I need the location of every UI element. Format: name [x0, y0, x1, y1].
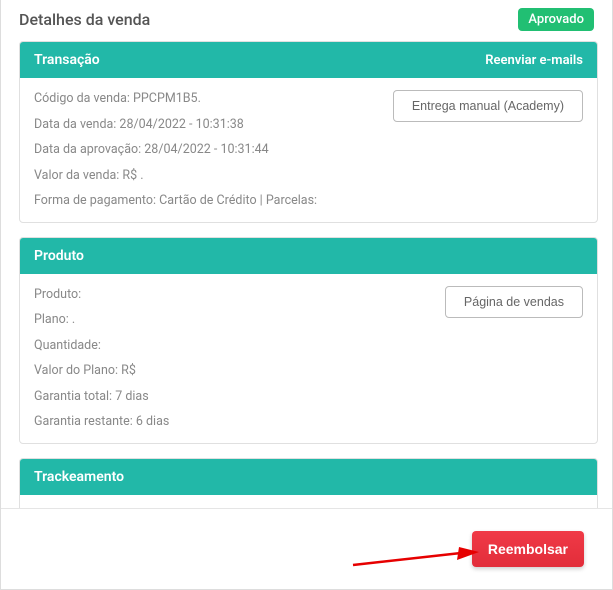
tracking-card-header: Trackeamento: [20, 459, 597, 495]
tracking-header-label: Trackeamento: [34, 469, 124, 485]
product-header-label: Produto: [34, 248, 84, 264]
page-title: Detalhes da venda: [19, 10, 150, 29]
transaction-card-body: Entrega manual (Academy) Código da venda…: [20, 78, 597, 222]
transaction-card-header: Transação Reenviar e-mails: [20, 42, 597, 78]
status-badge: Aprovado: [518, 8, 594, 31]
manual-delivery-button[interactable]: Entrega manual (Academy): [393, 90, 583, 122]
total-warranty-row: Garantia total: 7 dias: [34, 388, 583, 406]
product-card-header: Produto: [20, 238, 597, 274]
modal-header: Detalhes da venda Aprovado: [1, 0, 612, 41]
sale-details-modal: Detalhes da venda Aprovado Transação Ree…: [0, 0, 613, 590]
payment-method-row: Forma de pagamento: Cartão de Crédito | …: [34, 192, 583, 210]
resend-emails-link[interactable]: Reenviar e-mails: [485, 53, 583, 68]
refund-button[interactable]: Reembolsar: [472, 531, 584, 567]
approval-date-row: Data da aprovação: 28/04/2022 - 10:31:44: [34, 141, 583, 159]
tracking-card-body: src: utm_source: utm_medium:: [20, 495, 597, 509]
arrow-annotation-icon: [351, 547, 481, 571]
tracking-card: Trackeamento src: utm_source: utm_medium…: [19, 458, 598, 509]
remaining-warranty-row: Garantia restante: 6 dias: [34, 413, 583, 431]
transaction-card: Transação Reenviar e-mails Entrega manua…: [19, 41, 598, 223]
transaction-header-label: Transação: [34, 52, 100, 68]
modal-footer: Reembolsar: [1, 508, 612, 589]
product-card-body: Página de vendas Produto: Plano: . Quant…: [20, 274, 597, 443]
sales-page-button[interactable]: Página de vendas: [445, 286, 583, 318]
plan-value-row: Valor do Plano: R$: [34, 362, 583, 380]
product-card: Produto Página de vendas Produto: Plano:…: [19, 237, 598, 444]
modal-body[interactable]: Transação Reenviar e-mails Entrega manua…: [1, 41, 612, 508]
sale-value-row: Valor da venda: R$ .: [34, 167, 583, 185]
quantity-row: Quantidade:: [34, 337, 583, 355]
